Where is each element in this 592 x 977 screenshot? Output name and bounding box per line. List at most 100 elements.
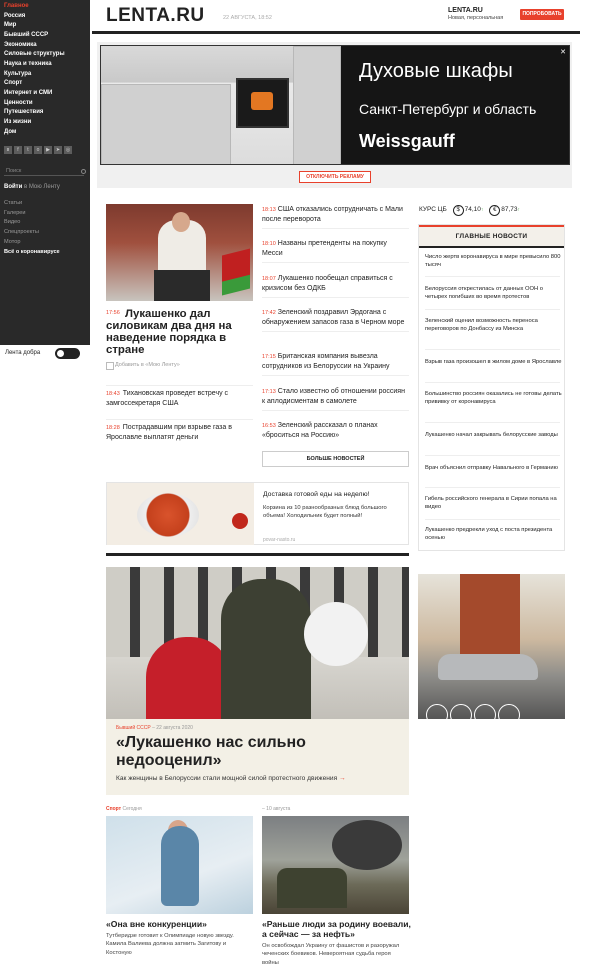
news-text[interactable]: Лукашенко пообещал справиться с кризисом… bbox=[262, 275, 393, 292]
news-item[interactable]: 18:28 Пострадавшим при взрыве газа в Ярос… bbox=[106, 419, 253, 442]
big-story-subtitle[interactable]: Как женщины в Белоруссии стали мощной си… bbox=[116, 774, 406, 783]
card-title[interactable]: «Она вне конкуренции» bbox=[106, 919, 256, 929]
login-label[interactable]: Войти bbox=[4, 184, 22, 190]
car-ad[interactable] bbox=[418, 574, 565, 719]
news-item[interactable]: 17:42 Зеленский поздравил Эрдогана с обна… bbox=[262, 308, 409, 332]
right-margin bbox=[580, 0, 592, 977]
disable-ads-button[interactable]: ОТКЛЮЧИТЬ РЕКЛАМУ bbox=[299, 171, 371, 183]
nav-item-ex-ussr[interactable]: Бывший СССР bbox=[4, 31, 90, 41]
nav-item-values[interactable]: Ценности bbox=[4, 99, 90, 109]
ad-car-image bbox=[438, 654, 538, 680]
main-news-item[interactable]: Большинство россиян оказались не готовы … bbox=[425, 391, 563, 406]
telegram-icon[interactable]: ➤ bbox=[54, 146, 62, 154]
big-story-photo[interactable] bbox=[106, 567, 409, 719]
nav-item-economy[interactable]: Экономика bbox=[4, 41, 90, 51]
nav-item-russia[interactable]: Россия bbox=[4, 12, 90, 22]
news-text[interactable]: Зеленский поздравил Эрдогана с обнаружен… bbox=[262, 309, 404, 326]
delivery-ad[interactable]: Доставка готовой еды на неделю! Корзина … bbox=[106, 482, 409, 545]
card-photo[interactable] bbox=[106, 816, 253, 914]
news-item[interactable]: 18:13 США отказались сотрудничать с Мали … bbox=[262, 205, 409, 229]
login-link[interactable]: Войти в Мою Ленту bbox=[4, 184, 60, 190]
lead-headline[interactable]: Лукашенко дал силовикам два дня на навед… bbox=[106, 308, 256, 356]
main-news-item[interactable]: Белоруссия открестилась от данных ООН о … bbox=[425, 286, 563, 301]
link-video[interactable]: Видео bbox=[4, 218, 60, 228]
nav-item-culture[interactable]: Культура bbox=[4, 70, 90, 80]
vk-icon[interactable]: в bbox=[4, 146, 12, 154]
ad-banner[interactable]: Духовые шкафы Санкт-Петербург и область … bbox=[100, 45, 570, 165]
card-text: Тутберидзе готовит к Олимпиаде новую зве… bbox=[106, 933, 234, 956]
news-item[interactable]: 18:43 Тихановская проведет встречу с замг… bbox=[106, 385, 253, 408]
delivery-source[interactable]: povar-nasto.ru bbox=[263, 537, 295, 543]
news-text[interactable]: Названы претенденты на покупку Месси bbox=[262, 240, 387, 257]
news-text[interactable]: Тихановская проведет встречу с замгоссек… bbox=[106, 390, 228, 407]
big-story-title[interactable]: «Лукашенко нас сильно недооценил» bbox=[116, 734, 406, 769]
nav-item-home[interactable]: Дом bbox=[4, 128, 90, 138]
main-news-item[interactable]: Лукашенко предрекли уход с поста президе… bbox=[425, 527, 563, 542]
news-item[interactable]: 17:13 Стало известно об отношении россиян… bbox=[262, 387, 409, 411]
main-news-item[interactable]: Взрыв газа произошел в жилом доме в Ярос… bbox=[425, 359, 563, 367]
news-text[interactable]: США отказались сотрудничать с Мали после… bbox=[262, 206, 403, 223]
card-photo[interactable] bbox=[262, 816, 409, 914]
try-button[interactable]: ПОПРОБОВАТЬ bbox=[520, 9, 564, 20]
nav-item-life[interactable]: Из жизни bbox=[4, 118, 90, 128]
more-news-button[interactable]: БОЛЬШЕ НОВОСТЕЙ bbox=[262, 451, 409, 467]
ok-icon[interactable]: o bbox=[34, 146, 42, 154]
nav-item-travel[interactable]: Путешествия bbox=[4, 108, 90, 118]
delivery-text: Корзина из 10 разнообразных блюд большог… bbox=[263, 505, 387, 519]
photo-podium bbox=[154, 270, 210, 301]
news-text[interactable]: Пострадавшим при взрыве газа в Ярославле… bbox=[106, 424, 232, 441]
card-meta: Спорт Сегодня bbox=[106, 806, 142, 812]
main-news-item[interactable]: Число жертв коронавируса в мире превысил… bbox=[425, 254, 563, 269]
dollar-icon: $ bbox=[452, 205, 464, 216]
link-coronavirus[interactable]: Всё о коронавирусе bbox=[4, 248, 60, 258]
news-item[interactable]: 16:53 Зеленский рассказал о планах «броси… bbox=[262, 421, 409, 444]
nav-item-forces[interactable]: Силовые структуры bbox=[4, 50, 90, 60]
card-category[interactable]: Спорт bbox=[106, 806, 121, 812]
card-title[interactable]: «Раньше люди за родину воевали, а сейчас… bbox=[262, 919, 412, 939]
link-specials[interactable]: Спецпроекты bbox=[4, 228, 60, 238]
nav-item-world[interactable]: Мир bbox=[4, 21, 90, 31]
main-news-item[interactable]: Лукашенко начал закрывать белорусские за… bbox=[425, 432, 563, 440]
delivery-title[interactable]: Доставка готовой еды на неделю! bbox=[263, 491, 370, 498]
news-text[interactable]: Стало известно об отношении россиян к ап… bbox=[262, 388, 405, 405]
big-story-category[interactable]: Бывший СССР bbox=[116, 725, 151, 731]
link-motor[interactable]: Мотор bbox=[4, 238, 60, 248]
news-item[interactable]: 17:15 Британская компания вывезла сотрудн… bbox=[262, 352, 409, 376]
nav-item-sport[interactable]: Спорт bbox=[4, 79, 90, 89]
nav-item-science[interactable]: Наука и техника bbox=[4, 60, 90, 70]
news-text[interactable]: Зеленский рассказал о планах «броситься … bbox=[262, 422, 378, 439]
soup-bowl-image bbox=[137, 493, 199, 537]
nav-item-media[interactable]: Интернет и СМИ bbox=[4, 89, 90, 99]
big-story-subtitle-text[interactable]: Как женщины в Белоруссии стали мощной си… bbox=[116, 775, 337, 782]
twitter-icon[interactable]: t bbox=[24, 146, 32, 154]
news-time: 18:07 bbox=[262, 276, 276, 282]
main-news-item[interactable]: Зеленский оценил возможность переноса пе… bbox=[425, 318, 563, 333]
youtube-icon[interactable]: ▶ bbox=[44, 146, 52, 154]
site-logo[interactable]: LENTA.RU bbox=[106, 5, 205, 27]
news-item[interactable]: 18:07 Лукашенко пообещал справиться с кри… bbox=[262, 274, 409, 298]
cabinet bbox=[101, 84, 231, 164]
divider bbox=[425, 309, 560, 310]
search-icon[interactable] bbox=[81, 169, 86, 174]
card-meta: – 10 августа bbox=[262, 806, 290, 812]
nav-item-main[interactable]: Главное bbox=[4, 2, 90, 12]
instagram-icon[interactable]: ◎ bbox=[64, 146, 72, 154]
add-to-feed[interactable]: Добавить в «Мою Ленту» bbox=[106, 362, 180, 370]
main-news-item[interactable]: Гибель российского генерала в Сирии попа… bbox=[425, 496, 563, 511]
search-input[interactable]: Поиск bbox=[4, 166, 84, 176]
news-text[interactable]: Британская компания вывезла сотрудников … bbox=[262, 353, 390, 370]
header-brand[interactable]: LENTA.RU bbox=[448, 7, 483, 14]
main-column: LENTA.RU 22 АВГУСТА, 18:52 LENTA.RU Нова… bbox=[92, 0, 580, 977]
news-item[interactable]: 18:10 Названы претенденты на покупку Месс… bbox=[262, 239, 409, 263]
link-galleries[interactable]: Галереи bbox=[4, 209, 60, 219]
ad-kitchen-image bbox=[101, 46, 341, 164]
link-articles[interactable]: Статьи bbox=[4, 199, 60, 209]
big-story-meta: Бывший СССР – 22 августа 2020 bbox=[116, 725, 193, 731]
theme-toggle[interactable] bbox=[55, 348, 80, 359]
close-icon[interactable]: ✕ bbox=[560, 48, 566, 56]
main-news-item[interactable]: Врач объяснил отправку Навального в Герм… bbox=[425, 465, 563, 473]
facebook-icon[interactable]: f bbox=[14, 146, 22, 154]
login-suffix: в Мою Ленту bbox=[24, 184, 60, 190]
lead-photo[interactable] bbox=[106, 204, 253, 301]
ad-building-image bbox=[460, 574, 520, 664]
